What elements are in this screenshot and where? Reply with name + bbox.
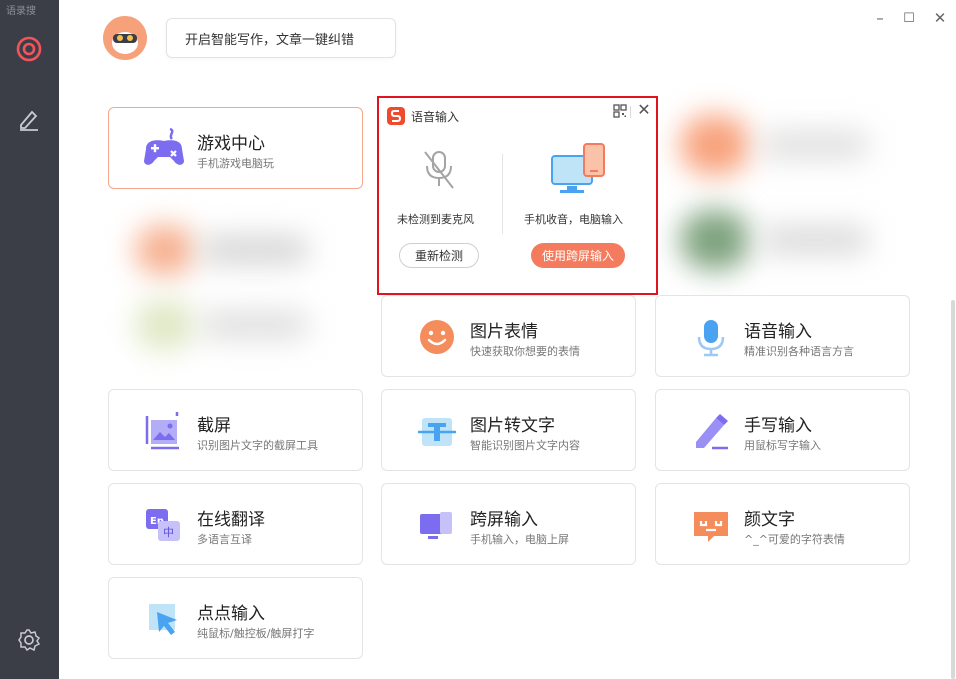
blurred-card-icon (135, 300, 195, 350)
card-subtitle: 纯鼠标/触控板/触屏打字 (197, 627, 315, 640)
card-subtitle: 手机游戏电脑玩 (197, 157, 274, 170)
card-tap-input[interactable]: 点点输入 纯鼠标/触控板/触屏打字 (108, 577, 363, 659)
smiley-icon (412, 312, 462, 362)
cursor-click-icon (139, 594, 189, 644)
image-to-text-icon (412, 406, 462, 456)
card-title: 语音输入 (744, 322, 812, 342)
gamepad-icon (139, 124, 189, 174)
card-subtitle: 用鼠标写字输入 (744, 439, 821, 452)
card-image-to-text[interactable]: 图片转文字 智能识别图片文字内容 (381, 389, 636, 471)
use-cross-screen-button[interactable]: 使用跨屏输入 (531, 243, 625, 268)
minimize-button[interactable]: – (870, 8, 890, 28)
card-subtitle: 手机输入，电脑上屏 (470, 533, 569, 546)
card-online-translate[interactable]: En 中 在线翻译 多语言互译 (108, 483, 363, 565)
writing-pen-icon[interactable] (14, 104, 44, 134)
card-title: 截屏 (197, 416, 231, 436)
microphone-status-text: 未检测到麦克风 (397, 213, 474, 226)
card-image-emoji[interactable]: 图片表情 快速获取你想要的表情 (381, 295, 636, 377)
card-title: 图片表情 (470, 322, 538, 342)
translate-icon: En 中 (139, 500, 189, 550)
blurred-card-icon (680, 210, 750, 270)
card-title: 点点输入 (197, 604, 265, 624)
voice-input-popup: 语音输入 ✕ 未检测到麦克风 手机收音，电脑输入 重新检测 使用跨屏输入 (377, 96, 658, 295)
card-title: 图片转文字 (470, 416, 555, 436)
svg-text:中: 中 (163, 526, 174, 539)
card-title: 游戏中心 (197, 134, 265, 154)
retry-detect-button[interactable]: 重新检测 (399, 243, 479, 268)
microphone-off-icon (424, 151, 454, 189)
qr-code-icon[interactable] (613, 104, 627, 118)
card-voice-input[interactable]: 语音输入 精准识别各种语言方言 (655, 295, 910, 377)
card-game-center[interactable]: 游戏中心 手机游戏电脑玩 (108, 107, 363, 189)
popup-header-divider (630, 106, 631, 118)
sidebar-top-text: 语录搜 (6, 6, 36, 17)
target-icon[interactable] (14, 34, 44, 64)
promo-bubble[interactable]: 开启智能写作，文章一键纠错 (166, 18, 396, 58)
card-title: 手写输入 (744, 416, 812, 436)
card-title: 颜文字 (744, 510, 795, 530)
promo-bubble-text: 开启智能写作，文章一键纠错 (185, 32, 355, 48)
computer-phone-icon (551, 143, 605, 193)
card-kaomoji[interactable]: 颜文字 ^_^可爱的字符表情 (655, 483, 910, 565)
emoticon-icon (686, 500, 736, 550)
blurred-card-icon (135, 225, 195, 275)
card-title: 跨屏输入 (470, 510, 538, 530)
close-button[interactable]: ✕ (930, 8, 950, 28)
blurred-card-text (200, 235, 310, 265)
card-subtitle: 识别图片文字的截屏工具 (197, 439, 318, 452)
blurred-card-icon (680, 115, 750, 175)
card-subtitle: 快速获取你想要的表情 (470, 345, 580, 358)
popup-title: 语音输入 (411, 110, 460, 124)
pen-icon (686, 406, 736, 456)
card-title: 在线翻译 (197, 510, 265, 530)
popup-divider (502, 154, 503, 234)
popup-close-button[interactable]: ✕ (635, 101, 653, 119)
screenshot-icon (139, 406, 189, 456)
blurred-card-text (760, 225, 870, 255)
maximize-button[interactable]: ☐ (899, 8, 919, 28)
card-subtitle: 精准识别各种语言方言 (744, 345, 854, 358)
gear-icon[interactable] (14, 625, 44, 655)
cross-screen-hint-text: 手机收音，电脑输入 (524, 213, 623, 226)
cross-screen-icon (412, 500, 462, 550)
sogou-logo-icon (387, 107, 405, 125)
blurred-card-text (200, 310, 310, 340)
microphone-icon (686, 312, 736, 362)
card-subtitle: ^_^可爱的字符表情 (744, 533, 845, 546)
card-screenshot[interactable]: 截屏 识别图片文字的截屏工具 (108, 389, 363, 471)
avatar[interactable] (103, 16, 147, 60)
sidebar: 语录搜 (0, 0, 59, 679)
card-subtitle: 多语言互译 (197, 533, 252, 546)
vertical-scrollbar[interactable] (951, 300, 955, 679)
blurred-card-text (760, 130, 870, 160)
card-handwriting[interactable]: 手写输入 用鼠标写字输入 (655, 389, 910, 471)
card-subtitle: 智能识别图片文字内容 (470, 439, 580, 452)
card-cross-screen-input[interactable]: 跨屏输入 手机输入，电脑上屏 (381, 483, 636, 565)
